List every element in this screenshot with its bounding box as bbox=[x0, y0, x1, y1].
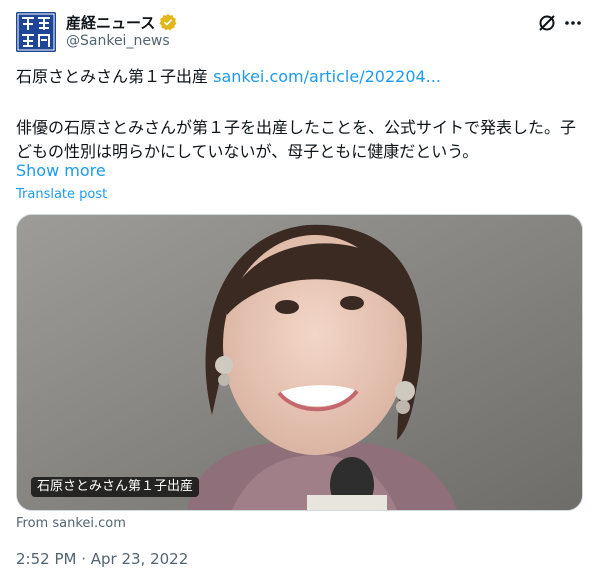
article-link[interactable]: sankei.com/article/202204... bbox=[213, 67, 441, 86]
display-name[interactable]: 産経ニュース bbox=[66, 12, 155, 33]
timestamp[interactable]: 2:52 PM · Apr 23, 2022 bbox=[16, 550, 188, 568]
card-source[interactable]: From sankei.com bbox=[16, 516, 126, 531]
headline-line: 石原さとみさん第１子出産 sankei.com/article/202204..… bbox=[16, 66, 441, 88]
post-body: 俳優の石原さとみさんが第１子を出産したことを、公式サイトで発表した。子どもの性別… bbox=[16, 118, 577, 161]
show-more-link[interactable]: Show more bbox=[16, 161, 106, 180]
translate-post-link[interactable]: Translate post bbox=[16, 187, 107, 202]
link-card[interactable]: 石原さとみさん第１子出産 bbox=[16, 214, 583, 511]
card-caption: 石原さとみさん第１子出産 bbox=[31, 477, 200, 497]
author-name-row[interactable]: 産経ニュース bbox=[66, 12, 177, 32]
verified-badge-icon bbox=[159, 13, 177, 31]
avatar[interactable] bbox=[16, 12, 56, 52]
handle[interactable]: @Sankei_news bbox=[66, 33, 170, 49]
headline: 石原さとみさん第１子出産 bbox=[16, 67, 209, 86]
tweet: 産経ニュース @Sankei_news 石原さとみさん第１子出産 sankei.… bbox=[0, 0, 598, 580]
more-options-icon[interactable] bbox=[562, 12, 584, 34]
article-photo bbox=[17, 215, 582, 510]
grok-icon[interactable] bbox=[536, 12, 558, 34]
